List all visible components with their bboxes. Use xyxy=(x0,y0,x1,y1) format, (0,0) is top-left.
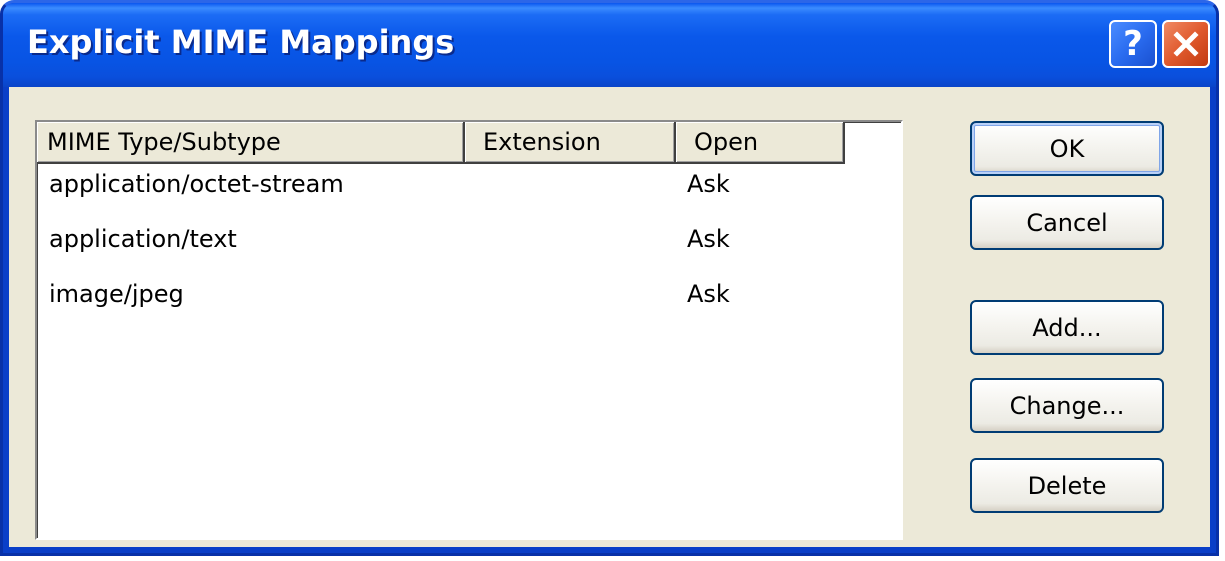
row-mime-type: image/jpeg xyxy=(49,280,184,308)
mime-mappings-dialog: Explicit MIME Mappings ? MIME Type/Subty… xyxy=(0,0,1219,556)
row-open-action: Ask xyxy=(687,170,730,198)
column-header-open[interactable]: Open xyxy=(676,122,845,164)
column-header-extension[interactable]: Extension xyxy=(465,122,676,164)
mime-mapping-list[interactable]: MIME Type/Subtype Extension Open applica… xyxy=(35,120,903,540)
delete-button[interactable]: Delete xyxy=(970,458,1164,513)
help-icon: ? xyxy=(1123,24,1143,64)
list-row[interactable]: application/text Ask xyxy=(37,221,901,276)
cancel-button[interactable]: Cancel xyxy=(970,195,1164,250)
dialog-title: Explicit MIME Mappings xyxy=(27,23,455,61)
change-button[interactable]: Change... xyxy=(970,378,1164,433)
column-headers: MIME Type/Subtype Extension Open xyxy=(37,122,845,164)
list-row[interactable]: application/octet-stream Ask xyxy=(37,166,901,221)
title-bar[interactable]: Explicit MIME Mappings ? xyxy=(3,3,1216,87)
add-button[interactable]: Add... xyxy=(970,300,1164,355)
row-mime-type: application/octet-stream xyxy=(49,170,344,198)
close-icon xyxy=(1173,31,1199,57)
column-header-mime-type[interactable]: MIME Type/Subtype xyxy=(37,122,465,164)
ok-button[interactable]: OK xyxy=(970,121,1164,176)
help-button[interactable]: ? xyxy=(1109,20,1157,68)
row-open-action: Ask xyxy=(687,280,730,308)
row-open-action: Ask xyxy=(687,225,730,253)
list-rows: application/octet-stream Ask application… xyxy=(37,166,901,331)
dialog-body: MIME Type/Subtype Extension Open applica… xyxy=(9,87,1210,547)
row-mime-type: application/text xyxy=(49,225,237,253)
close-button[interactable] xyxy=(1162,20,1210,68)
list-row[interactable]: image/jpeg Ask xyxy=(37,276,901,331)
